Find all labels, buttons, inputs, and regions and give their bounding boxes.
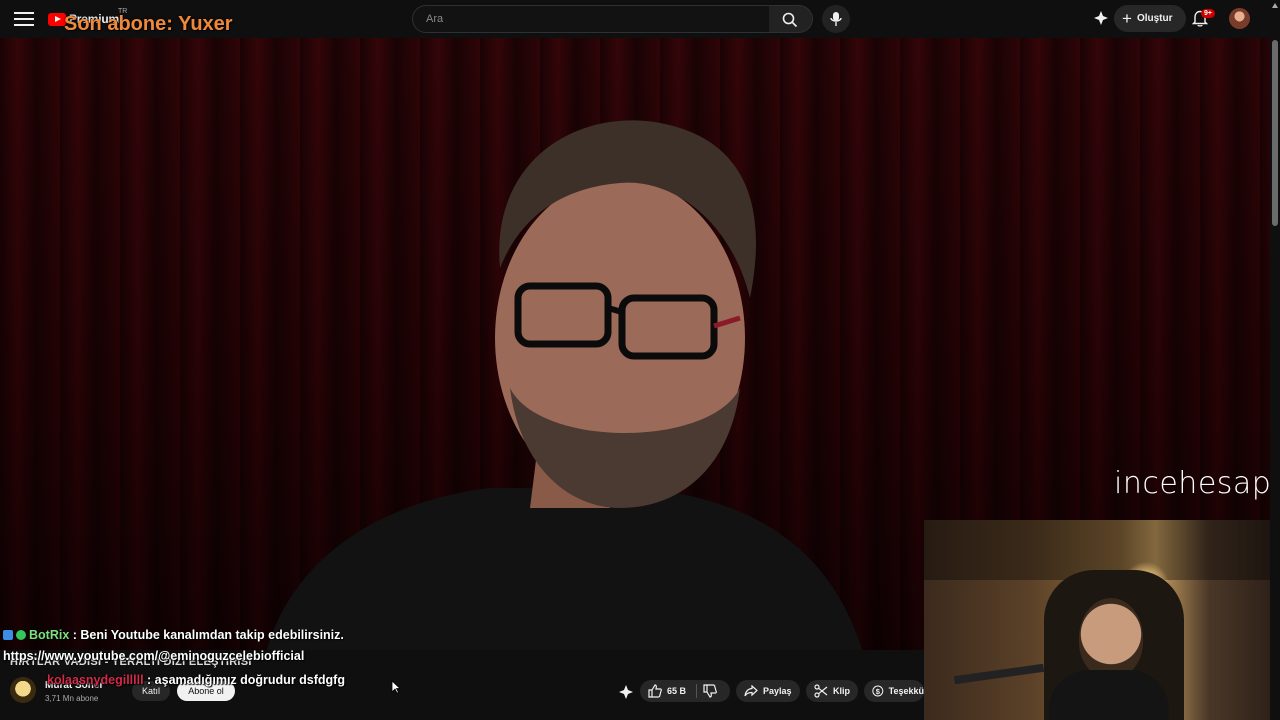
scrollbar-thumb[interactable] <box>1272 40 1278 226</box>
svg-text:$: $ <box>876 687 881 696</box>
create-label: Oluştur <box>1136 13 1173 24</box>
last-subscriber-overlay: Son abone: Yuxer <box>64 13 233 35</box>
chat-text: https://www.youtube.com/@eminoguzcelebio… <box>3 649 305 663</box>
chat-text: : Beni Youtube kanalımdan takip edebilir… <box>69 628 344 642</box>
search-input[interactable] <box>424 12 758 26</box>
chat-text: : aşamadığımız doğrudur dsfdgfg <box>143 673 345 687</box>
create-button[interactable]: + Oluştur <box>1114 5 1186 32</box>
clip-button[interactable]: Klip <box>806 680 858 702</box>
share-icon <box>744 685 758 697</box>
streamer-webcam <box>924 520 1280 720</box>
menu-icon[interactable] <box>14 9 34 29</box>
plus-icon: + <box>1122 9 1132 28</box>
clip-label: Klip <box>833 686 850 696</box>
search-box <box>412 5 770 33</box>
subscriber-count: 3,71 Mn abone <box>45 694 99 703</box>
scroll-up-icon[interactable] <box>1272 3 1278 8</box>
chat-message: https://www.youtube.com/@eminoguzcelebio… <box>3 649 304 663</box>
thanks-label: Teşekkü <box>888 686 924 696</box>
subscribe-label: Abone ol <box>188 686 224 696</box>
youtube-watch-page: incehesap Premium TR Ara + Oluştur 9+ So… <box>0 0 1280 720</box>
like-divider <box>696 684 698 698</box>
channel-avatar[interactable] <box>10 677 36 703</box>
account-avatar[interactable] <box>1229 8 1250 29</box>
page-scrollbar[interactable] <box>1270 0 1280 720</box>
chat-message: kolaasnydegilllll : aşamadığımız doğrudu… <box>47 673 345 687</box>
share-button[interactable]: Paylaş <box>736 680 800 702</box>
chat-username: BotRix <box>29 628 70 642</box>
incehesap-watermark: incehesap <box>1114 466 1270 501</box>
thumbs-up-icon[interactable] <box>648 684 662 698</box>
notification-badge: 9+ <box>1201 9 1215 18</box>
like-dislike-group: 65 B <box>640 680 730 702</box>
bot-badge-icon <box>3 630 13 640</box>
sparkle-icon[interactable] <box>1093 10 1109 26</box>
thanks-icon: $ <box>872 685 884 697</box>
search-icon <box>782 12 798 28</box>
voice-search-button[interactable] <box>822 5 850 33</box>
join-label: Katıl <box>141 686 160 696</box>
thumbs-down-icon[interactable] <box>703 684 717 698</box>
scissors-icon <box>814 684 828 698</box>
chat-username: kolaasnydegilllll <box>47 673 144 687</box>
verified-badge-icon <box>16 630 26 640</box>
thanks-button[interactable]: $ Teşekkü <box>864 680 924 702</box>
video-frame-person <box>266 120 862 650</box>
share-label: Paylaş <box>763 686 792 696</box>
like-count[interactable]: 65 B <box>667 686 686 696</box>
search-button[interactable] <box>769 5 813 33</box>
chat-message: BotRix : Beni Youtube kanalımdan takip e… <box>3 628 344 642</box>
mouse-cursor-icon <box>391 680 401 694</box>
ask-sparkle-icon[interactable] <box>618 684 634 700</box>
mic-icon <box>830 12 842 26</box>
